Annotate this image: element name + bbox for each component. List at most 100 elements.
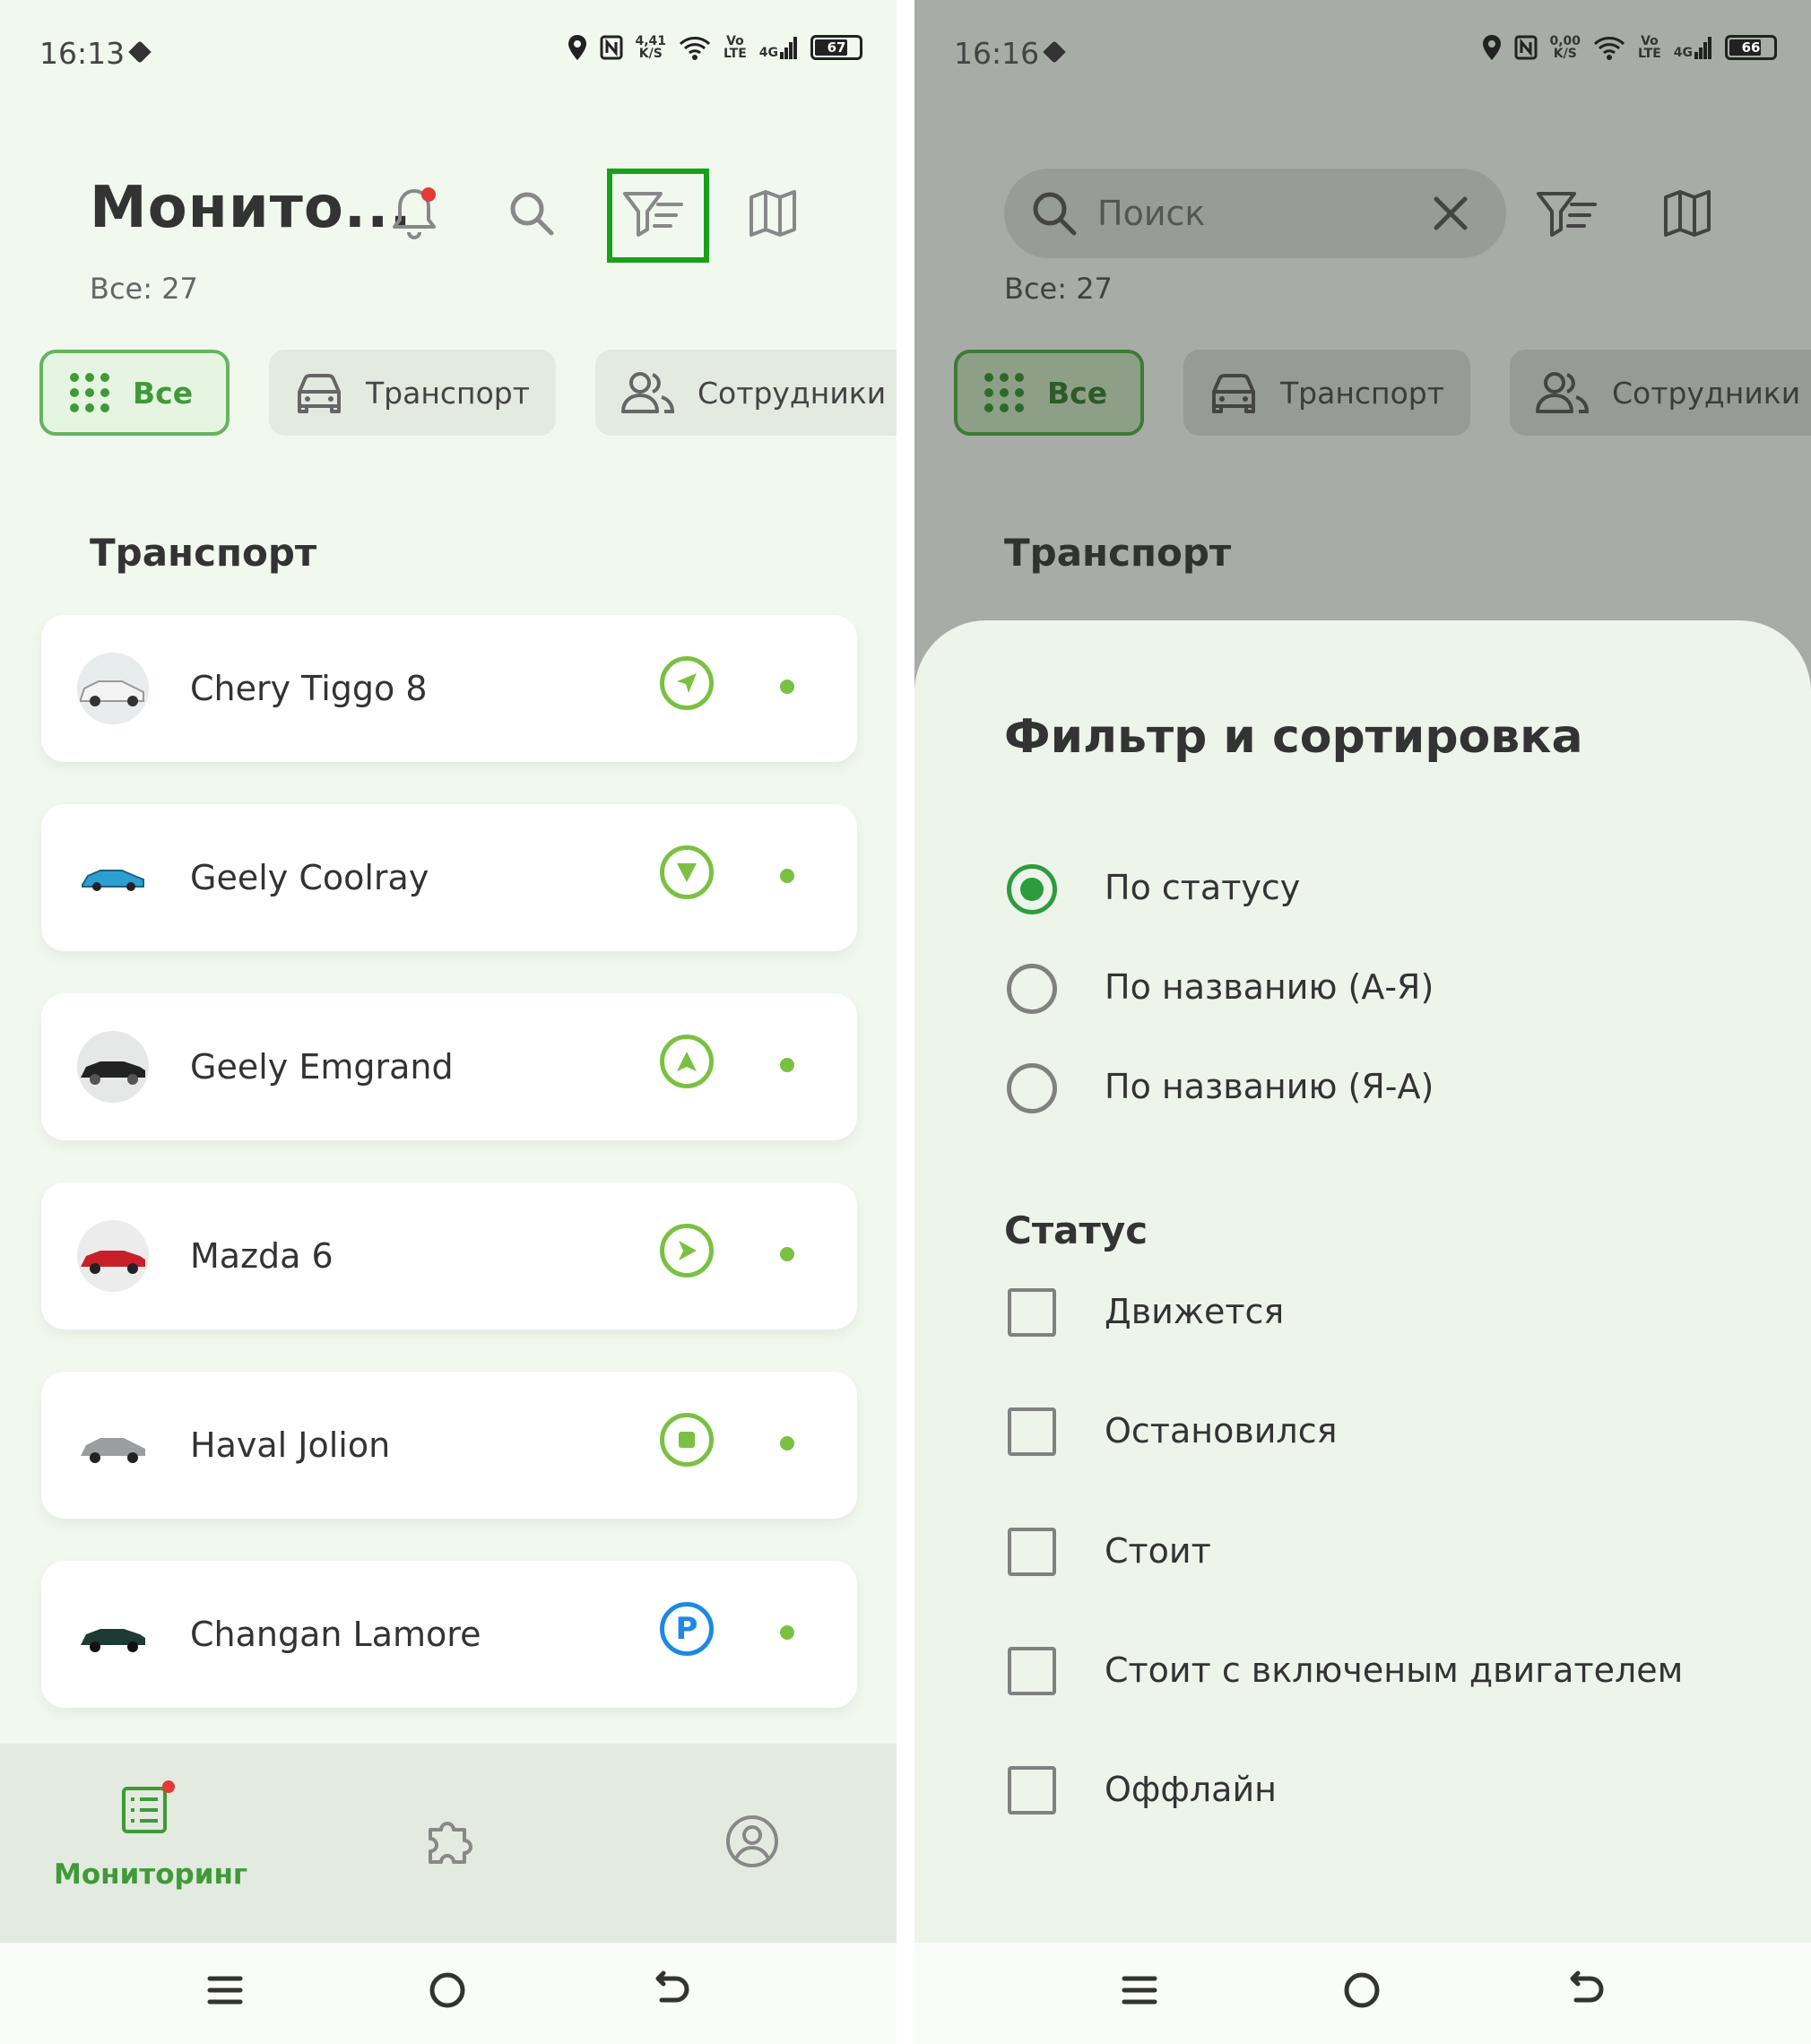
vehicle-card[interactable]: Haval Jolion [41, 1372, 857, 1519]
filter-button-highlight [607, 169, 709, 263]
vehicle-card[interactable]: Geely Coolray [41, 804, 857, 951]
section-title: Транспорт [90, 531, 317, 575]
chip-transport[interactable]: Транспорт [1183, 350, 1470, 436]
close-icon [1434, 196, 1468, 230]
network-speed: 0,00 K/S [1549, 34, 1581, 61]
status-heading: Статус [1004, 1208, 1148, 1252]
status-checkbox-offline[interactable] [1008, 1766, 1056, 1814]
car-thumbnail [77, 1598, 149, 1670]
vehicle-name: Geely Coolray [190, 858, 429, 897]
chip-transport-label: Транспорт [1280, 375, 1444, 411]
profile-icon [726, 1815, 778, 1867]
status-time: 16:13 [39, 36, 126, 71]
vehicle-card[interactable]: Mazda 6 [41, 1182, 857, 1329]
wifi-icon [680, 37, 711, 60]
chip-all[interactable]: Все [954, 350, 1144, 436]
chip-employees[interactable]: Сотрудники [1510, 350, 1811, 436]
filter-sort-screen: 16:16 0,00 K/S Vo LTE 4G 66 Поиск Все: 27 … [914, 0, 1811, 2044]
nfc-icon [600, 35, 622, 60]
volte-indicator: Vo LTE [1638, 34, 1661, 61]
home-button[interactable] [427, 1970, 468, 2014]
nav-profile[interactable] [724, 1814, 780, 1873]
vehicle-card[interactable]: Chery Tiggo 8 [41, 615, 857, 762]
back-icon [1570, 1970, 1604, 2003]
car-icon [294, 372, 344, 413]
network-speed: 4,41 K/S [635, 34, 667, 61]
car-thumbnail [77, 1409, 149, 1481]
sort-radio-status[interactable] [1007, 864, 1057, 914]
online-dot [780, 680, 794, 694]
chip-all-label: Все [1047, 375, 1108, 411]
vehicle-card[interactable]: Geely Emgrand [41, 993, 857, 1140]
search-button[interactable] [496, 178, 568, 249]
status-checkbox-idle-engine-on[interactable] [1008, 1647, 1056, 1695]
volte-indicator: Vo LTE [724, 34, 747, 61]
moving-status-icon [660, 1224, 714, 1278]
system-navigation-bar [914, 1943, 1811, 2044]
moving-status-icon [660, 656, 714, 710]
map-button[interactable] [1651, 178, 1723, 249]
chip-transport-label: Транспорт [366, 375, 530, 411]
back-icon [655, 1970, 689, 2003]
online-dot [780, 1247, 794, 1261]
search-field[interactable]: Поиск [1004, 169, 1506, 258]
notifications-button[interactable] [378, 178, 450, 249]
sort-option-label: По статусу [1105, 868, 1301, 907]
vehicle-card[interactable]: Changan Lamore P [41, 1561, 857, 1708]
map-icon [1664, 190, 1711, 237]
chip-employees-label: Сотрудники [698, 375, 887, 411]
section-title: Транспорт [1004, 531, 1232, 575]
battery-icon: 67 [810, 35, 862, 60]
car-icon [1209, 372, 1259, 413]
sheet-title: Фильтр и сортировка [1004, 710, 1583, 764]
sort-radio-name-desc[interactable] [1007, 1063, 1057, 1113]
home-circle-icon [429, 1972, 465, 2008]
people-icon [1535, 370, 1590, 415]
chip-transport[interactable]: Транспорт [269, 350, 556, 436]
back-button[interactable] [1565, 1970, 1607, 2014]
menu-icon [1122, 1976, 1157, 2005]
grid-icon [68, 371, 111, 414]
chip-all[interactable]: Все [39, 350, 230, 436]
wifi-icon [1594, 37, 1625, 60]
signal-icon: 4G [759, 36, 798, 59]
battery-icon: 66 [1725, 35, 1777, 60]
nav-monitoring[interactable]: Мониторинг [54, 1780, 247, 1905]
nav-extensions[interactable] [421, 1814, 475, 1871]
navigation-indicator-icon [128, 40, 152, 64]
page-title: Монито... [90, 175, 412, 241]
map-icon [750, 190, 796, 237]
chip-employees[interactable]: Сотрудники [595, 350, 897, 436]
location-icon [568, 35, 586, 60]
car-thumbnail [77, 1220, 149, 1292]
home-button[interactable] [1341, 1970, 1382, 2014]
status-checkbox-parked[interactable] [1008, 1528, 1056, 1576]
chip-all-label: Все [133, 375, 194, 411]
status-time: 16:16 [954, 36, 1040, 71]
back-button[interactable] [651, 1970, 692, 2014]
status-option-label: Оффлайн [1105, 1770, 1278, 1809]
clear-search-button[interactable] [1431, 194, 1470, 233]
grid-icon [983, 371, 1026, 414]
status-option-label: Стоит с включеным двигателем [1105, 1650, 1684, 1690]
moving-status-icon [660, 1035, 714, 1088]
status-checkbox-moving[interactable] [1008, 1288, 1056, 1337]
stopped-status-icon [660, 1413, 714, 1467]
vehicle-name: Geely Emgrand [190, 1047, 454, 1087]
status-checkbox-stopped[interactable] [1008, 1407, 1056, 1456]
recent-apps-button[interactable] [1119, 1970, 1160, 2014]
search-icon [510, 192, 554, 236]
recent-apps-button[interactable] [204, 1970, 246, 2014]
navigation-indicator-icon [1043, 40, 1066, 64]
filter-sort-button[interactable] [1531, 178, 1603, 249]
bell-icon [393, 187, 436, 239]
nfc-icon [1514, 35, 1537, 60]
online-dot [780, 1436, 794, 1451]
online-dot [780, 1058, 794, 1072]
bottom-navigation: Мониторинг [0, 1744, 897, 1943]
sort-option-label: По названию (Я-А) [1105, 1067, 1434, 1106]
sort-radio-name-asc[interactable] [1007, 964, 1057, 1014]
map-button[interactable] [737, 178, 809, 249]
car-thumbnail [77, 1031, 149, 1103]
monitoring-list-icon [122, 1780, 175, 1833]
